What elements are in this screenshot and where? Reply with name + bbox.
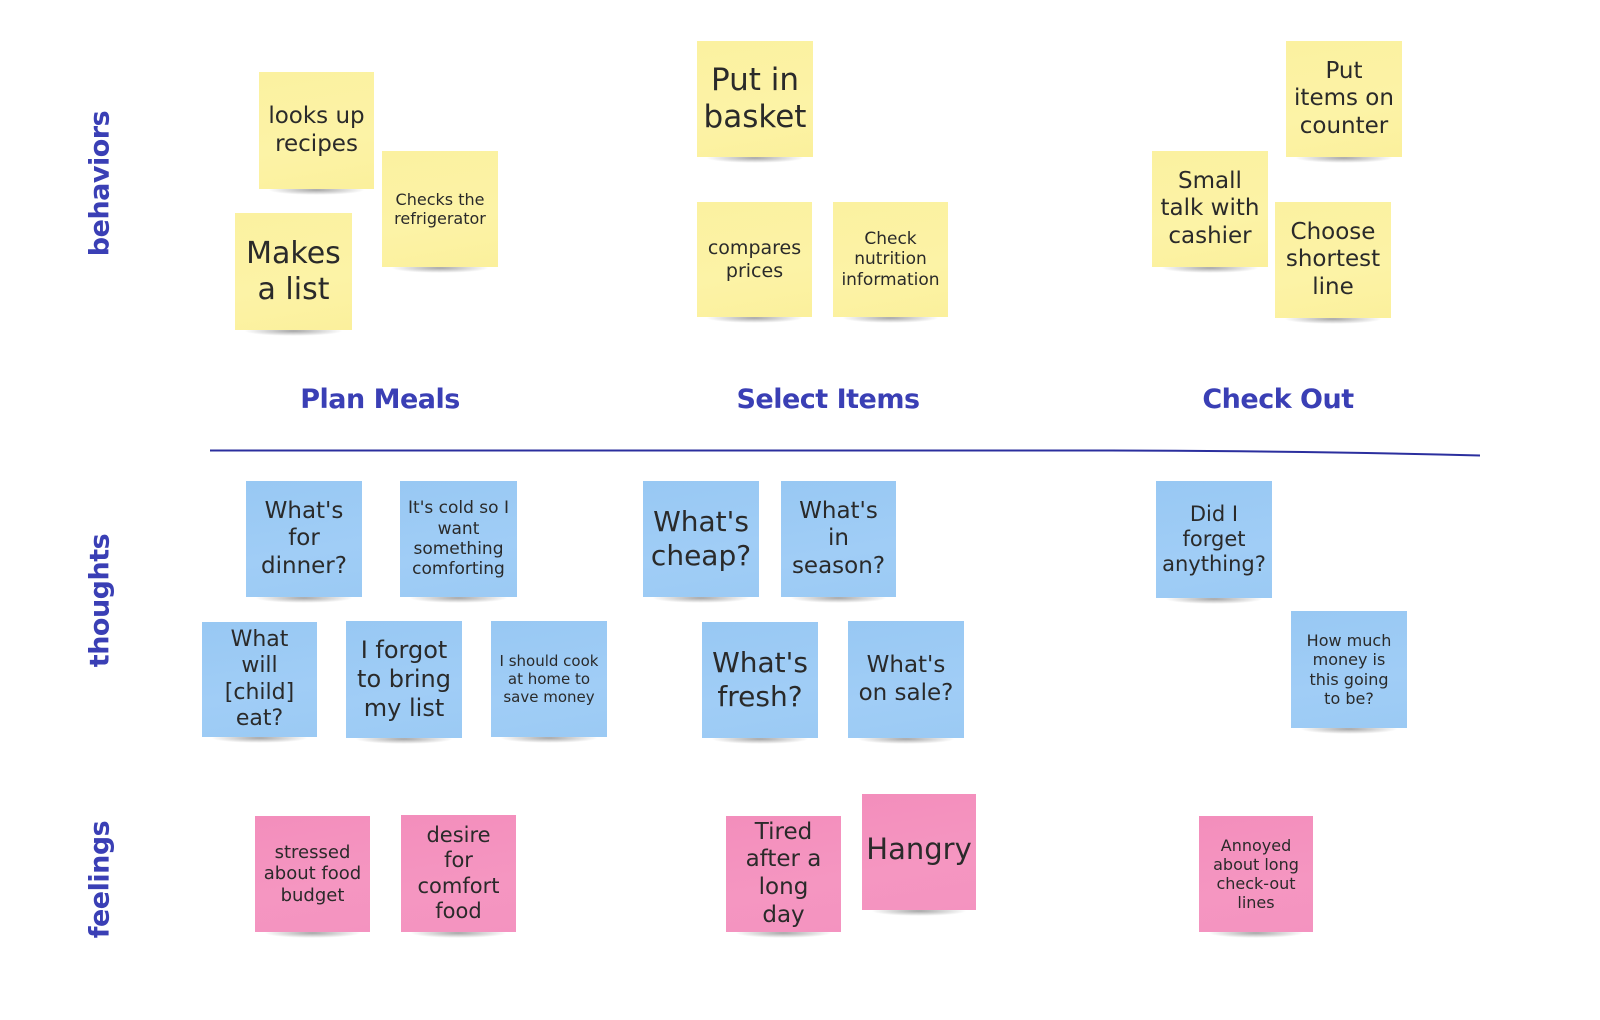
- note-text: desire for comfort food: [417, 823, 500, 923]
- sticky-note-thought[interactable]: How much money is this going to be?: [1291, 611, 1407, 734]
- sticky-note-behavior[interactable]: Put items on counter: [1286, 41, 1402, 163]
- note-text: What's for dinner?: [261, 497, 347, 579]
- sticky-note-feeling[interactable]: desire for comfort food: [401, 815, 516, 938]
- sticky-note-behavior[interactable]: Small talk with cashier: [1152, 151, 1268, 273]
- sticky-note-feeling[interactable]: Hangry: [862, 794, 976, 916]
- note-text: How much money is this going to be?: [1306, 631, 1392, 708]
- stage-label-select-items: Select Items: [736, 384, 920, 415]
- note-text: What's on sale?: [858, 651, 954, 706]
- sticky-note-behavior[interactable]: Put in basket: [697, 41, 813, 163]
- note-text: Choose shortest line: [1285, 218, 1381, 300]
- sticky-note-thought[interactable]: It's cold so I want something comforting: [400, 481, 517, 603]
- note-text: Annoyed about long check-out lines: [1213, 835, 1299, 913]
- stage-divider-line: [210, 449, 1480, 457]
- sticky-note-feeling[interactable]: Tired after a long day: [726, 816, 841, 938]
- sticky-note-feeling[interactable]: stressed about food budget: [255, 816, 370, 938]
- stage-label-plan-meals: Plan Meals: [300, 384, 460, 415]
- sticky-note-behavior[interactable]: Makes a list: [235, 213, 352, 336]
- note-text: Checks the refrigerator: [394, 189, 486, 228]
- stage-label-check-out: Check Out: [1202, 384, 1354, 415]
- sticky-note-behavior[interactable]: compares prices: [697, 202, 812, 323]
- note-text: Hangry: [866, 832, 972, 866]
- note-text: It's cold so I want something comforting: [408, 498, 509, 580]
- note-text: I should cook at home to save money: [499, 652, 599, 706]
- note-text: What's fresh?: [712, 646, 808, 713]
- sticky-note-thought[interactable]: What's cheap?: [643, 481, 759, 603]
- sticky-note-thought[interactable]: What's in season?: [781, 481, 896, 603]
- note-text: Put in basket: [703, 61, 807, 135]
- note-text: stressed about food budget: [263, 841, 362, 906]
- row-label-feelings: feelings: [84, 820, 116, 939]
- note-text: Small talk with cashier: [1160, 167, 1260, 249]
- note-text: Put items on counter: [1294, 57, 1394, 139]
- sticky-note-behavior[interactable]: Check nutrition information: [833, 202, 948, 323]
- note-text: I forgot to bring my list: [357, 636, 451, 722]
- row-label-thoughts: thoughts: [84, 533, 116, 668]
- note-text: compares prices: [707, 236, 802, 282]
- sticky-note-behavior[interactable]: Choose shortest line: [1275, 202, 1391, 324]
- note-text: Did I forget anything?: [1162, 501, 1266, 577]
- note-text: Tired after a long day: [745, 818, 822, 928]
- note-text: What's in season?: [791, 497, 886, 579]
- sticky-note-behavior[interactable]: Checks the refrigerator: [382, 151, 498, 273]
- row-label-behaviors: behaviors: [84, 110, 116, 257]
- note-text: What will [child] eat?: [224, 626, 295, 731]
- note-text: Check nutrition information: [841, 228, 940, 290]
- sticky-note-thought[interactable]: Did I forget anything?: [1156, 481, 1272, 604]
- sticky-note-thought[interactable]: What will [child] eat?: [202, 622, 317, 743]
- sticky-note-thought[interactable]: What's fresh?: [702, 622, 818, 744]
- sticky-note-behavior[interactable]: looks up recipes: [259, 72, 374, 195]
- sticky-note-thought[interactable]: What's on sale?: [848, 621, 964, 744]
- sticky-note-thought[interactable]: What's for dinner?: [246, 481, 362, 603]
- note-text: What's cheap?: [650, 505, 752, 572]
- sticky-note-thought[interactable]: I should cook at home to save money: [491, 621, 607, 743]
- note-text: looks up recipes: [268, 102, 365, 157]
- sticky-note-feeling[interactable]: Annoyed about long check-out lines: [1199, 816, 1313, 938]
- note-text: Makes a list: [246, 235, 341, 307]
- sticky-note-thought[interactable]: I forgot to bring my list: [346, 621, 462, 744]
